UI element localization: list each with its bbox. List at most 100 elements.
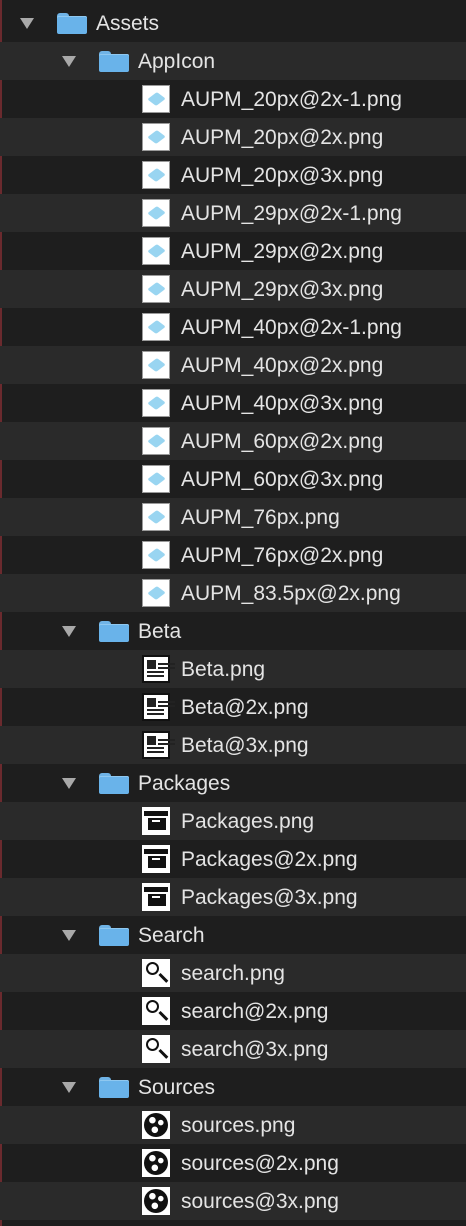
appicon-image-icon	[142, 275, 170, 303]
file-label: AUPM_20px@2x-1.png	[181, 88, 402, 111]
file-label: search@2x.png	[181, 1000, 329, 1023]
folder-icon	[99, 1077, 129, 1098]
appicon-image-icon	[142, 123, 170, 151]
newspaper-icon	[142, 731, 170, 759]
archive-box-icon	[142, 807, 170, 835]
file-row[interactable]: AUPM_60px@3x.png	[0, 460, 466, 498]
file-label: Packages@2x.png	[181, 848, 358, 871]
file-row[interactable]: sources@2x.png	[0, 1144, 466, 1182]
globe-icon	[142, 1149, 170, 1177]
file-row[interactable]: AUPM_29px@2x.png	[0, 232, 466, 270]
file-label: AUPM_29px@2x-1.png	[181, 202, 402, 225]
magnifier-icon	[142, 1035, 170, 1063]
disclosure-triangle-icon[interactable]	[62, 1082, 76, 1093]
file-label: AUPM_20px@2x.png	[181, 126, 384, 149]
tree-row-sources[interactable]: Sources	[0, 1068, 466, 1106]
file-row[interactable]: AUPM_60px@2x.png	[0, 422, 466, 460]
disclosure-triangle-icon[interactable]	[20, 18, 34, 29]
file-label: sources@3x.png	[181, 1190, 339, 1213]
folder-icon	[99, 51, 129, 72]
folder-label-packages: Packages	[138, 772, 231, 795]
file-row[interactable]: Beta.png	[0, 650, 466, 688]
file-label: search@3x.png	[181, 1038, 329, 1061]
appicon-image-icon	[142, 389, 170, 417]
tree-row-assets[interactable]: Assets	[0, 4, 466, 42]
file-label: AUPM_83.5px@2x.png	[181, 582, 401, 605]
file-label: sources@2x.png	[181, 1152, 339, 1175]
file-label: AUPM_40px@2x.png	[181, 354, 384, 377]
tree-row-packages[interactable]: Packages	[0, 764, 466, 802]
file-row[interactable]: search@3x.png	[0, 1030, 466, 1068]
disclosure-triangle-icon[interactable]	[62, 778, 76, 789]
file-label: Beta@3x.png	[181, 734, 309, 757]
appicon-image-icon	[142, 465, 170, 493]
file-label: AUPM_76px@2x.png	[181, 544, 384, 567]
file-label: AUPM_40px@3x.png	[181, 392, 384, 415]
appicon-image-icon	[142, 85, 170, 113]
folder-icon	[99, 925, 129, 946]
appicon-image-icon	[142, 427, 170, 455]
folder-icon	[57, 13, 87, 34]
file-row[interactable]: Beta@3x.png	[0, 726, 466, 764]
appicon-image-icon	[142, 351, 170, 379]
newspaper-icon	[142, 655, 170, 683]
magnifier-icon	[142, 997, 170, 1025]
file-row[interactable]: AUPM_76px.png	[0, 498, 466, 536]
globe-icon	[142, 1187, 170, 1215]
folder-label-beta: Beta	[138, 620, 182, 643]
file-row[interactable]: search@2x.png	[0, 992, 466, 1030]
tree-row-appicon[interactable]: AppIcon	[0, 42, 466, 80]
appicon-image-icon	[142, 541, 170, 569]
file-row[interactable]: AUPM_29px@2x-1.png	[0, 194, 466, 232]
folder-label-appicon: AppIcon	[138, 50, 216, 73]
file-row[interactable]: AUPM_20px@2x-1.png	[0, 80, 466, 118]
file-row[interactable]: AUPM_40px@3x.png	[0, 384, 466, 422]
file-label: AUPM_29px@2x.png	[181, 240, 384, 263]
tree-row-search[interactable]: Search	[0, 916, 466, 954]
file-row[interactable]: search.png	[0, 954, 466, 992]
file-label: AUPM_29px@3x.png	[181, 278, 384, 301]
file-row[interactable]: Packages.png	[0, 802, 466, 840]
file-row[interactable]: AUPM_40px@2x.png	[0, 346, 466, 384]
file-row[interactable]: sources.png	[0, 1106, 466, 1144]
file-label: Beta.png	[181, 658, 266, 681]
file-label: AUPM_76px.png	[181, 506, 340, 529]
file-row[interactable]: AUPM_76px@2x.png	[0, 536, 466, 574]
globe-icon	[142, 1111, 170, 1139]
file-row[interactable]: AUPM_29px@3x.png	[0, 270, 466, 308]
file-label: AUPM_60px@3x.png	[181, 468, 384, 491]
tree-row-beta[interactable]: Beta	[0, 612, 466, 650]
appicon-image-icon	[142, 161, 170, 189]
file-label: AUPM_60px@2x.png	[181, 430, 384, 453]
appicon-image-icon	[142, 199, 170, 227]
archive-box-icon	[142, 845, 170, 873]
appicon-image-icon	[142, 237, 170, 265]
folder-icon	[99, 773, 129, 794]
file-label: AUPM_40px@2x-1.png	[181, 316, 402, 339]
file-row[interactable]: AUPM_20px@2x.png	[0, 118, 466, 156]
appicon-image-icon	[142, 313, 170, 341]
file-row[interactable]: Packages@3x.png	[0, 878, 466, 916]
disclosure-triangle-icon[interactable]	[62, 930, 76, 941]
file-row[interactable]: AUPM_40px@2x-1.png	[0, 308, 466, 346]
file-label: sources.png	[181, 1114, 296, 1137]
disclosure-triangle-icon[interactable]	[62, 626, 76, 637]
file-row[interactable]: AUPM_20px@3x.png	[0, 156, 466, 194]
folder-label-assets: Assets	[96, 12, 160, 35]
file-label: Beta@2x.png	[181, 696, 309, 719]
file-row[interactable]: AUPM_83.5px@2x.png	[0, 574, 466, 612]
file-label: AUPM_20px@3x.png	[181, 164, 384, 187]
folder-label-search: Search	[138, 924, 205, 947]
folder-icon	[99, 621, 129, 642]
file-tree: Assets AppIcon AUPM_20px@2x-1.png AUPM_20p…	[0, 4, 466, 1220]
disclosure-triangle-icon[interactable]	[62, 56, 76, 67]
file-label: Packages@3x.png	[181, 886, 358, 909]
file-row[interactable]: Packages@2x.png	[0, 840, 466, 878]
magnifier-icon	[142, 959, 170, 987]
file-row[interactable]: Beta@2x.png	[0, 688, 466, 726]
archive-box-icon	[142, 883, 170, 911]
newspaper-icon	[142, 693, 170, 721]
appicon-image-icon	[142, 579, 170, 607]
file-row[interactable]: sources@3x.png	[0, 1182, 466, 1220]
file-label: search.png	[181, 962, 285, 985]
